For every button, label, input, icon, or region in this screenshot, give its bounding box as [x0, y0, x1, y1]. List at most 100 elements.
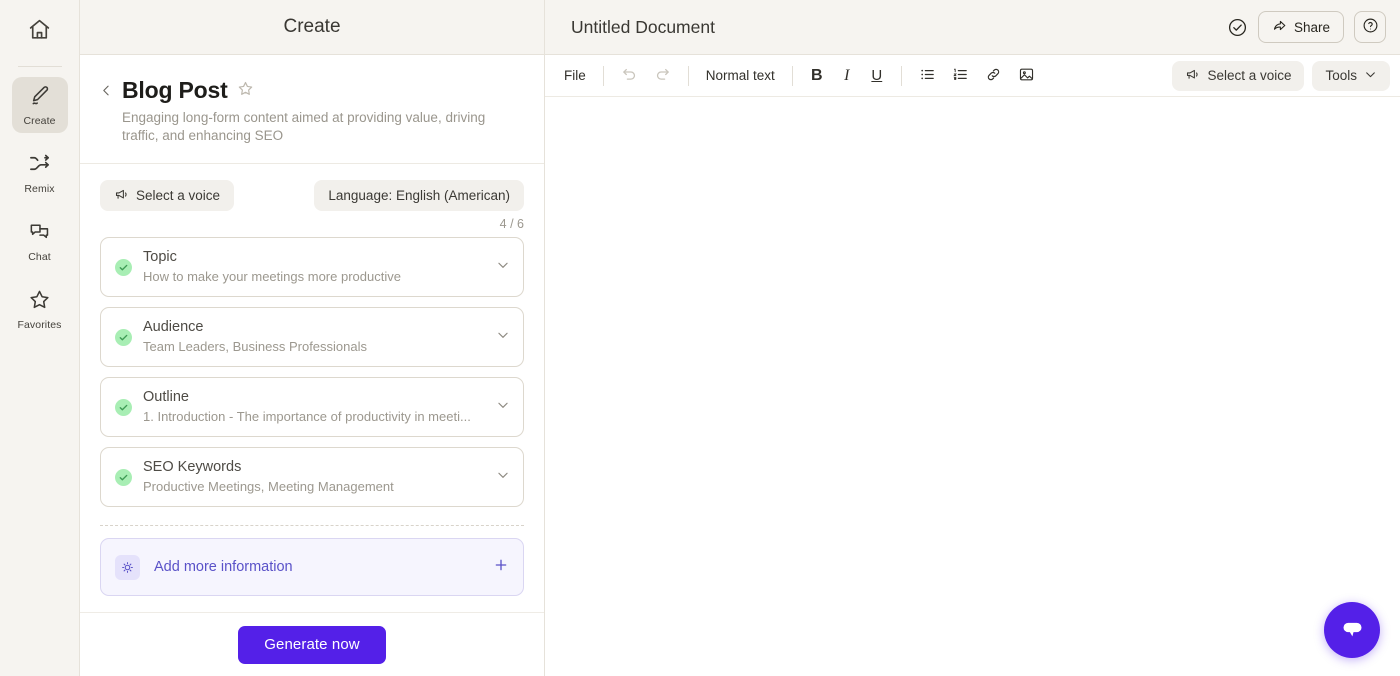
page-title: Create	[283, 16, 341, 37]
back-button[interactable]	[100, 77, 122, 102]
numbered-list-icon	[952, 66, 969, 86]
language-label: Language: English (American)	[328, 188, 510, 203]
shuffle-icon	[28, 152, 51, 180]
section-divider	[100, 525, 524, 526]
tools-dropdown-button[interactable]: Tools	[1312, 60, 1390, 91]
chevron-down-icon[interactable]	[496, 398, 510, 417]
bold-button[interactable]: B	[803, 62, 831, 90]
insert-image-button[interactable]	[1011, 62, 1042, 90]
chat-support-button[interactable]	[1324, 602, 1380, 658]
document-title[interactable]: Untitled Document	[571, 17, 1227, 38]
redo-button[interactable]	[647, 62, 678, 90]
question-circle-icon	[1362, 17, 1379, 37]
chat-bubble-icon	[1339, 615, 1366, 645]
field-card-topic[interactable]: Topic How to make your meetings more pro…	[100, 237, 524, 297]
share-button[interactable]: Share	[1257, 11, 1344, 43]
check-icon	[115, 398, 132, 416]
home-button[interactable]	[16, 8, 64, 56]
italic-button[interactable]: I	[833, 62, 861, 90]
link-button[interactable]	[978, 62, 1009, 90]
plus-icon[interactable]	[493, 557, 509, 577]
field-card-title: SEO Keywords	[143, 459, 242, 475]
create-panel-header: Create	[80, 0, 544, 55]
language-button[interactable]: Language: English (American)	[314, 180, 524, 211]
template-description: Engaging long-form content aimed at prov…	[122, 110, 486, 143]
create-panel-footer: Generate now	[80, 612, 544, 676]
add-more-information-label: Add more information	[154, 559, 293, 575]
chat-bubbles-icon	[28, 220, 51, 248]
document-actions: Share	[1227, 11, 1386, 43]
editor-select-voice-button[interactable]: Select a voice	[1172, 60, 1305, 91]
chevron-left-icon	[100, 84, 113, 101]
lightbulb-icon	[115, 554, 140, 580]
options-row: Select a voice Language: English (Americ…	[80, 164, 544, 211]
field-card-value: Team Leaders, Business Professionals	[143, 339, 368, 354]
sidebar-item-chat[interactable]: Chat	[12, 213, 68, 269]
document-canvas[interactable]	[545, 97, 1400, 676]
chevron-down-icon[interactable]	[496, 468, 510, 487]
chevron-down-icon[interactable]	[496, 258, 510, 277]
create-panel: Create Blog Post Engaging long-form cont…	[80, 0, 545, 676]
sidebar-item-label: Chat	[28, 250, 51, 263]
sidebar-item-create[interactable]: Create	[11, 77, 68, 133]
generate-now-button[interactable]: Generate now	[238, 625, 386, 664]
undo-icon	[621, 66, 638, 86]
share-arrow-icon	[1272, 18, 1287, 36]
bullet-list-button[interactable]	[912, 62, 943, 90]
field-card-list: Topic How to make your meetings more pro…	[80, 237, 544, 507]
field-card-title: Audience	[143, 319, 204, 335]
pen-icon	[28, 84, 51, 112]
template-title: Blog Post	[122, 77, 228, 103]
field-card-outline[interactable]: Outline 1. Introduction - The importance…	[100, 377, 524, 437]
chevron-down-icon	[1364, 68, 1377, 84]
sidebar-item-label: Favorites	[17, 318, 62, 331]
rail-divider	[17, 66, 62, 67]
tools-label: Tools	[1325, 68, 1357, 83]
check-icon	[115, 258, 132, 276]
select-voice-label: Select a voice	[136, 188, 221, 203]
toolbar-separator	[791, 65, 793, 86]
star-outline-icon[interactable]	[237, 80, 254, 102]
step-counter: 4 / 6	[499, 217, 524, 231]
check-icon	[115, 328, 132, 346]
left-rail: Create Remix Chat Favorites	[0, 0, 80, 676]
home-icon	[27, 17, 52, 47]
share-label: Share	[1293, 19, 1330, 35]
sidebar-item-favorites[interactable]: Favorites	[12, 281, 68, 337]
field-card-seo-keywords[interactable]: SEO Keywords Productive Meetings, Meetin…	[100, 447, 524, 507]
link-icon	[985, 66, 1002, 86]
editor-select-voice-label: Select a voice	[1207, 68, 1292, 83]
field-card-title: Outline	[143, 389, 189, 405]
file-menu-button[interactable]: File	[557, 62, 593, 90]
field-card-value: How to make your meetings more productiv…	[143, 269, 401, 284]
numbered-list-button[interactable]	[945, 62, 976, 90]
app-root: Create Remix Chat Favorites Create Blog …	[0, 0, 1400, 676]
help-button[interactable]	[1354, 11, 1386, 43]
document-header: Untitled Document Share	[545, 0, 1400, 55]
sidebar-item-remix[interactable]: Remix	[12, 145, 68, 201]
megaphone-icon	[114, 187, 129, 205]
star-icon	[28, 288, 51, 316]
undo-button[interactable]	[614, 62, 645, 90]
template-header: Blog Post Engaging long-form content aim…	[80, 55, 544, 164]
toolbar-separator	[900, 65, 902, 86]
toolbar-right-group: Select a voice Tools	[1172, 60, 1390, 91]
create-panel-body: Blog Post Engaging long-form content aim…	[80, 55, 544, 676]
toolbar-separator	[687, 65, 689, 86]
check-icon	[115, 468, 132, 486]
text-style-dropdown[interactable]: Normal text	[699, 62, 782, 90]
redo-icon	[654, 66, 671, 86]
underline-button[interactable]: U	[863, 62, 891, 90]
chevron-down-icon[interactable]	[496, 328, 510, 347]
field-card-value: 1. Introduction - The importance of prod…	[143, 409, 471, 424]
document-editor: Untitled Document Share File Normal text…	[545, 0, 1400, 676]
add-more-information-button[interactable]: Add more information	[100, 538, 524, 596]
select-voice-button[interactable]: Select a voice	[100, 180, 235, 211]
sidebar-item-label: Create	[23, 114, 56, 127]
sidebar-item-label: Remix	[24, 182, 55, 195]
field-card-audience[interactable]: Audience Team Leaders, Business Professi…	[100, 307, 524, 367]
bullet-list-icon	[919, 66, 936, 86]
editor-toolbar: File Normal text B I U Select a voice To…	[545, 55, 1400, 97]
image-icon	[1018, 66, 1035, 86]
megaphone-icon	[1185, 67, 1200, 85]
